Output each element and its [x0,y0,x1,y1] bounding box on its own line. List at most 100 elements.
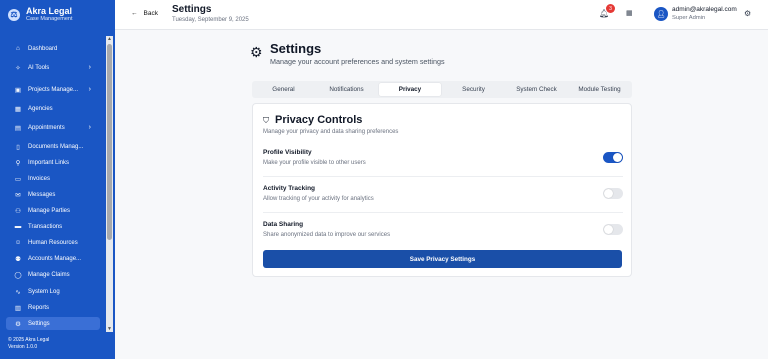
link-icon: ⚲ [15,159,21,167]
brand-subtitle: Case Management [26,16,73,22]
tab-module-testing[interactable]: Module Testing [568,83,631,96]
sidebar-item-label: Messages [28,191,56,198]
toggle-knob [604,189,613,198]
sidebar-item-human-resources[interactable]: ☺ Human Resources [6,236,100,249]
sidebar-item-label: Manage Claims [28,271,70,278]
sidebar-item-label: Human Resources [28,239,78,246]
sidebar-item-label: Accounts Manage... [28,255,82,262]
tab-general[interactable]: General [252,83,315,96]
claim-icon: ◯ [14,271,22,279]
toggle-knob [613,153,622,162]
tab-privacy[interactable]: Privacy [379,83,441,96]
arrow-left-icon: ← [131,10,138,17]
top-header: ← Back Settings Tuesday, September 9, 20… [115,0,768,30]
gear-icon[interactable]: ⚙ [744,9,751,18]
sidebar-item-label: Agencies [28,105,53,112]
sidebar: ⚖ Akra Legal Case Management ⌂ Dashboard … [0,0,115,359]
gear-icon: ⚙ [250,44,263,60]
settings-tabs: General Notifications Privacy Security S… [252,81,632,98]
copyright: © 2025 Akra Legal [8,337,50,343]
divider [263,212,623,213]
brand[interactable]: ⚖ Akra Legal Case Management [8,6,72,23]
person-icon: ☺ [14,239,22,246]
sidebar-item-manage-claims[interactable]: ◯ Manage Claims [6,268,100,281]
sidebar-item-important-links[interactable]: ⚲ Important Links [6,156,100,169]
sidebar-item-label: Manage Parties [28,207,71,214]
setting-description: Share anonymized data to improve our ser… [263,232,391,238]
chart-icon: ▥ [14,304,22,312]
brand-name: Akra Legal [26,6,73,16]
card-title: Privacy Controls [275,114,363,126]
chevron-right-icon: › [88,86,91,93]
user-icon: 👤︎ [656,11,666,18]
sidebar-item-documents[interactable]: ▯ Documents Manag... [6,140,100,153]
sidebar-item-label: Important Links [28,159,70,166]
calendar-icon[interactable]: ▦ [626,9,633,17]
setting-profile-visibility: Profile Visibility Make your profile vis… [263,149,623,179]
tab-notifications[interactable]: Notifications [315,83,378,96]
sidebar-footer: © 2025 Akra Legal Version 1.0.0 [8,337,49,351]
scrollbar-thumb[interactable] [107,44,112,240]
sidebar-item-accounts[interactable]: ⚉ Accounts Manage... [6,252,100,265]
sidebar-item-reports[interactable]: ▥ Reports [6,301,100,314]
page-subtitle: Manage your account preferences and syst… [270,57,445,66]
tab-system-check[interactable]: System Check [505,83,568,96]
chevron-right-icon: › [88,64,91,71]
setting-label: Profile Visibility [263,149,312,156]
scroll-down-icon[interactable]: ▼ [106,326,113,332]
user-email: admin@akralegal.com [672,6,737,13]
save-privacy-settings-button[interactable]: Save Privacy Settings [263,250,622,268]
sidebar-scrollbar[interactable]: ▲ ▼ [106,36,113,332]
sidebar-item-label: System Log [28,288,60,295]
divider [263,176,623,177]
back-label: Back [143,10,158,17]
card-icon: ▬ [14,223,22,230]
setting-description: Allow tracking of your activity for anal… [263,196,374,202]
header-title: Settings [172,4,212,15]
sidebar-item-agencies[interactable]: ▦ Agencies [6,102,100,115]
sidebar-item-label: Settings [28,320,50,327]
card-subtitle: Manage your privacy and data sharing pre… [263,129,399,135]
users-icon: ⚇ [15,207,21,215]
sparkle-icon: ✧ [15,64,21,72]
calendar-icon: ▤ [14,124,22,132]
setting-label: Activity Tracking [263,185,316,192]
sidebar-item-messages[interactable]: ✉ Messages [6,188,100,201]
message-icon: ✉ [15,191,21,199]
scroll-up-icon[interactable]: ▲ [106,36,113,42]
briefcase-icon: ▣ [14,86,22,94]
sidebar-item-settings[interactable]: ⚙ Settings [6,317,100,330]
scales-icon: ⚖ [8,8,20,21]
sidebar-item-label: AI Tools [28,64,50,71]
tab-security[interactable]: Security [442,83,505,96]
invoice-icon: ▭ [14,175,22,183]
sidebar-item-label: Dashboard [28,45,58,52]
sidebar-item-manage-parties[interactable]: ⚇ Manage Parties [6,204,100,217]
sidebar-item-dashboard[interactable]: ⌂ Dashboard [6,42,100,55]
profile-visibility-toggle[interactable] [603,152,623,163]
chevron-right-icon: › [88,124,91,131]
building-icon: ▦ [14,105,22,113]
back-button[interactable]: ← Back [131,10,158,17]
sidebar-item-system-log[interactable]: ∿ System Log [6,285,100,298]
sidebar-item-label: Documents Manag... [28,143,84,150]
activity-tracking-toggle[interactable] [603,188,623,199]
sidebar-item-invoices[interactable]: ▭ Invoices [6,172,100,185]
notification-badge: 3 [606,4,615,13]
sidebar-item-label: Transactions [28,223,63,230]
setting-activity-tracking: Activity Tracking Allow tracking of your… [263,185,623,215]
document-icon: ▯ [16,143,20,151]
header-date: Tuesday, September 9, 2025 [172,17,249,23]
gear-icon: ⚙ [15,320,21,328]
avatar[interactable]: 👤︎ [654,7,668,21]
sidebar-item-label: Invoices [28,175,51,182]
data-sharing-toggle[interactable] [603,224,623,235]
sidebar-item-ai-tools[interactable]: ✧ AI Tools › [6,61,100,74]
user-group-icon: ⚉ [15,255,21,263]
home-icon: ⌂ [16,45,20,52]
privacy-card: ⛉ Privacy Controls Manage your privacy a… [252,103,632,277]
sidebar-item-appointments[interactable]: ▤ Appointments › [6,121,100,134]
sidebar-item-projects[interactable]: ▣ Projects Manage... › [6,83,100,96]
sidebar-item-transactions[interactable]: ▬ Transactions [6,220,100,233]
version: Version 1.0.0 [8,344,38,350]
